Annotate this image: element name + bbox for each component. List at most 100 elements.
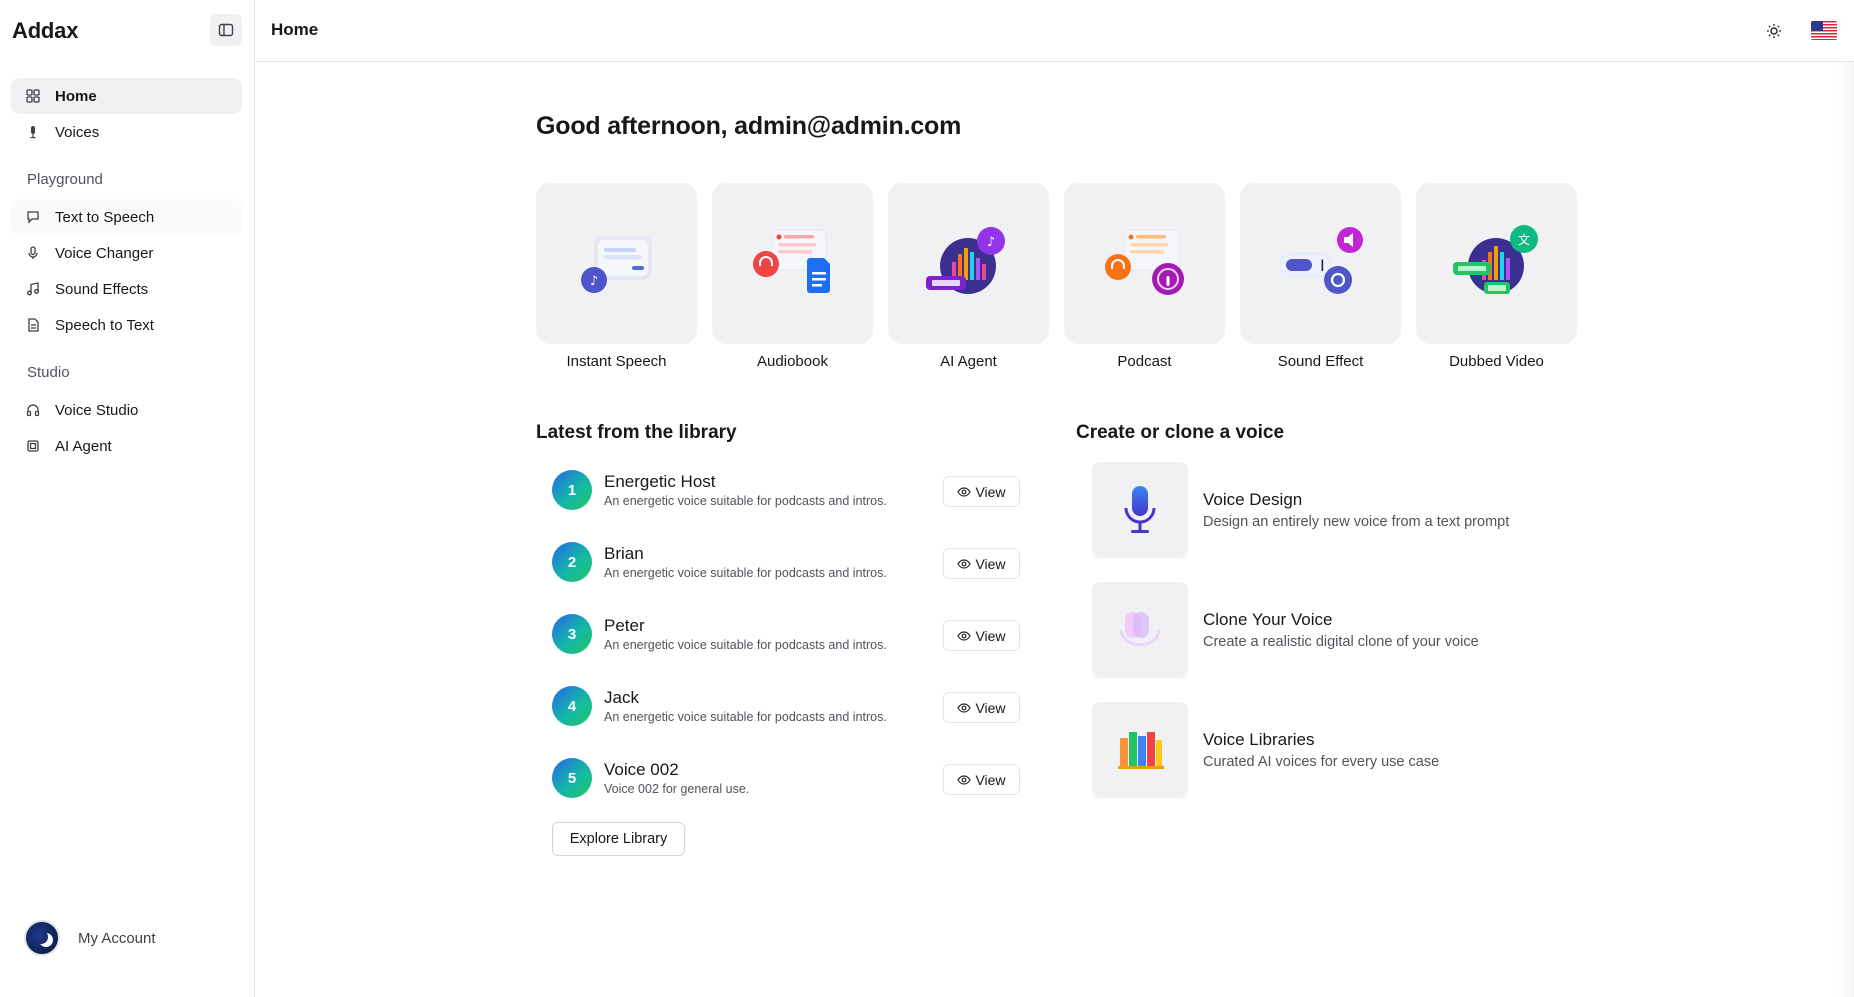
option-title: Voice Libraries	[1203, 730, 1315, 749]
podcast-illustration	[1064, 183, 1225, 344]
clone-voice-option[interactable]: Clone Your Voice Create a realistic digi…	[1092, 582, 1572, 702]
sidebar-item-label: Sound Effects	[55, 280, 149, 298]
voice-description: An energetic voice suitable for podcasts…	[604, 638, 887, 652]
mic-icon	[25, 245, 41, 261]
svg-text:♪: ♪	[589, 274, 597, 289]
voice-description: An energetic voice suitable for podcasts…	[604, 710, 887, 724]
eye-icon	[957, 630, 972, 641]
view-button[interactable]: View	[943, 620, 1020, 651]
clone-section-title: Create or clone a voice	[1076, 422, 1285, 443]
sidebar-item-label: Speech to Text	[55, 316, 154, 334]
theme-toggle-button[interactable]	[1761, 18, 1787, 44]
sidebar-item-label: Home	[55, 87, 97, 105]
page-edge-shadow	[1836, 62, 1854, 997]
instant-speech-illustration: ♪	[536, 183, 697, 344]
sidebar-item-ai-agent[interactable]: AI Agent	[11, 428, 242, 464]
account-label: My Account	[78, 929, 156, 947]
voice-design-option[interactable]: Voice Design Design an entirely new voic…	[1092, 462, 1572, 582]
main-nav: Home Voices	[11, 78, 242, 150]
sidebar-item-speech-to-text[interactable]: Speech to Text	[11, 307, 242, 343]
dubbed-video-illustration: 文	[1416, 183, 1577, 344]
eye-icon	[957, 774, 972, 785]
clone-options-list: Voice Design Design an entirely new voic…	[1092, 462, 1572, 822]
view-button[interactable]: View	[943, 476, 1020, 507]
sidebar-item-label: Voice Changer	[55, 244, 154, 262]
tile-audiobook[interactable]: Audiobook	[712, 183, 873, 370]
sun-icon	[1767, 24, 1781, 38]
explore-library-button[interactable]: Explore Library	[552, 822, 685, 856]
tile-sound-effect[interactable]: I Sound Effect	[1240, 183, 1401, 370]
tile-podcast[interactable]: Podcast	[1064, 183, 1225, 370]
svg-text:I: I	[1320, 256, 1325, 275]
voice-name: Voice 002	[604, 760, 679, 779]
sidebar-item-voice-changer[interactable]: Voice Changer	[11, 235, 242, 271]
rank-badge: 4	[552, 686, 592, 726]
view-button[interactable]: View	[943, 692, 1020, 723]
tile-label: Sound Effect	[1277, 353, 1364, 370]
top-bar: Home	[256, 0, 1854, 62]
mic-clone-icon	[1092, 582, 1188, 678]
headphones-icon	[25, 402, 41, 418]
view-label: View	[975, 771, 1006, 788]
sidebar: Addax Home Voices Playground Text to Spe…	[0, 0, 255, 997]
sidebar-item-label: Text to Speech	[55, 208, 155, 226]
chip-icon	[25, 438, 41, 454]
sidebar-item-label: Voice Studio	[55, 401, 139, 419]
group-label-playground: Playground	[27, 170, 103, 188]
view-button[interactable]: View	[943, 764, 1020, 795]
option-description: Create a realistic digital clone of your…	[1203, 634, 1479, 650]
voice-name: Brian	[604, 544, 644, 563]
tile-instant-speech[interactable]: ♪ Instant Speech	[536, 183, 697, 370]
greeting-heading: Good afternoon, admin@admin.com	[536, 112, 962, 140]
tile-label: Audiobook	[757, 353, 828, 370]
document-icon	[25, 317, 41, 333]
library-list: 1 Energetic Host An energetic voice suit…	[552, 468, 1020, 828]
list-item: 4 Jack An energetic voice suitable for p…	[552, 684, 1020, 756]
avatar[interactable]	[24, 920, 60, 956]
eye-icon	[957, 486, 972, 497]
view-label: View	[975, 555, 1006, 572]
eye-icon	[957, 558, 972, 569]
app-root: Addax Home Voices Playground Text to Spe…	[0, 0, 1854, 997]
sound-effect-illustration: I	[1240, 183, 1401, 344]
rank-badge: 5	[552, 758, 592, 798]
view-label: View	[975, 627, 1006, 644]
studio-nav: Studio Voice Studio AI Agent	[11, 358, 242, 464]
sidebar-item-home[interactable]: Home	[11, 78, 242, 114]
ai-agent-illustration: ♪	[888, 183, 1049, 344]
list-item: 5 Voice 002 Voice 002 for general use. V…	[552, 756, 1020, 828]
sidebar-item-voice-studio[interactable]: Voice Studio	[11, 392, 242, 428]
tile-dubbed-video[interactable]: 文 Dubbed Video	[1416, 183, 1577, 370]
quick-action-tiles: ♪ Instant Speech Audiobook ♪ AI Agent Po…	[536, 183, 1577, 370]
view-label: View	[975, 483, 1006, 500]
us-flag-icon[interactable]	[1811, 21, 1837, 40]
account-menu[interactable]: My Account	[24, 920, 156, 956]
tile-label: Podcast	[1117, 353, 1172, 370]
playground-nav: Playground Text to Speech Voice Changer …	[11, 165, 242, 343]
voice-description: Voice 002 for general use.	[604, 782, 750, 796]
sidebar-item-sound-effects[interactable]: Sound Effects	[11, 271, 242, 307]
message-icon	[25, 209, 41, 225]
list-item: 1 Energetic Host An energetic voice suit…	[552, 468, 1020, 540]
sidebar-toggle-button[interactable]	[210, 14, 242, 46]
svg-text:文: 文	[1517, 232, 1529, 247]
sidebar-item-voices[interactable]: Voices	[11, 114, 242, 150]
option-description: Design an entirely new voice from a text…	[1203, 514, 1510, 530]
sidebar-item-text-to-speech[interactable]: Text to Speech	[11, 199, 242, 235]
sidebar-item-label: Voices	[55, 123, 100, 141]
tile-label: AI Agent	[940, 353, 997, 370]
audiobook-illustration	[712, 183, 873, 344]
tile-ai-agent[interactable]: ♪ AI Agent	[888, 183, 1049, 370]
eye-icon	[957, 702, 972, 713]
panel-left-icon	[218, 23, 234, 37]
voice-name: Energetic Host	[604, 472, 716, 491]
books-icon	[1092, 702, 1188, 798]
voice-libraries-option[interactable]: Voice Libraries Curated AI voices for ev…	[1092, 702, 1572, 822]
app-logo[interactable]: Addax	[12, 18, 78, 44]
svg-text:♪: ♪	[986, 235, 994, 250]
view-button[interactable]: View	[943, 548, 1020, 579]
option-title: Voice Design	[1203, 490, 1303, 509]
tile-label: Instant Speech	[566, 353, 667, 370]
view-label: View	[975, 699, 1006, 716]
tile-label: Dubbed Video	[1449, 353, 1544, 370]
